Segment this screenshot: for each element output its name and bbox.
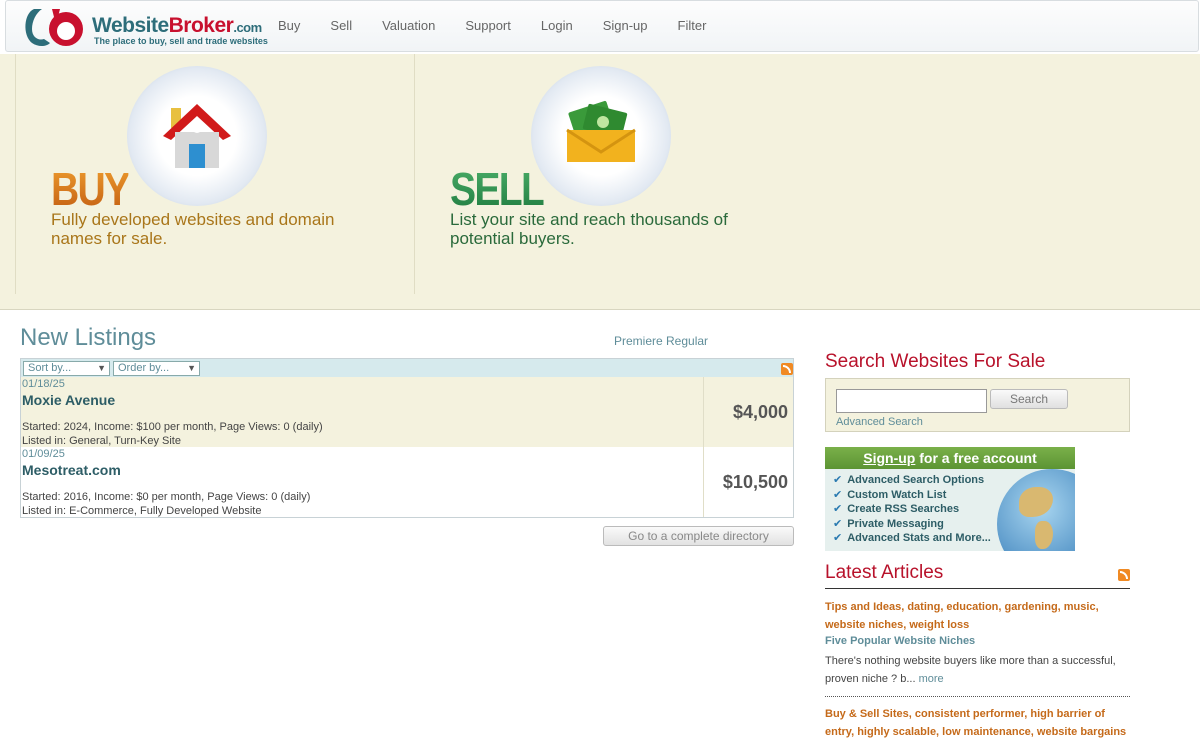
nav-buy[interactable]: Buy	[278, 18, 300, 33]
main-nav: Buy Sell Valuation Support Login Sign-up…	[278, 18, 736, 33]
article-excerpt-text: There's nothing website buyers like more…	[825, 655, 1116, 685]
listing-meta: Started: 2024, Income: $100 per month, P…	[22, 420, 323, 448]
nav-filter[interactable]: Filter	[678, 18, 707, 33]
logo-mark-icon	[25, 9, 83, 46]
article-tags[interactable]: Tips and Ideas, dating, education, garde…	[825, 598, 1135, 634]
checkmark-icon: ✔	[833, 517, 843, 530]
listing-price: $4,000	[732, 402, 788, 422]
listing-date: 01/09/25	[22, 448, 65, 460]
listing-date: 01/18/25	[22, 378, 65, 390]
signup-heading-text: for a free account	[915, 450, 1037, 466]
order-by-select[interactable]: Order by... ▼	[113, 361, 200, 376]
article-divider	[825, 696, 1130, 697]
signup-promo[interactable]: Sign-up for a free account ✔ Advanced Sea…	[825, 447, 1075, 551]
listings-table: Sort by... ▼ Order by... ▼ 01/18/25 Moxie …	[20, 358, 794, 518]
buy-circle	[127, 66, 267, 206]
listing-stats: Started: 2024, Income: $100 per month, P…	[22, 421, 323, 433]
signup-feature: ✔ Custom Watch List	[833, 488, 947, 501]
signup-heading: Sign-up for a free account	[825, 447, 1075, 469]
buy-heading: BUY	[51, 163, 130, 215]
articles-rss-icon[interactable]	[1118, 569, 1130, 581]
listing-name[interactable]: Mesotreat.com	[22, 462, 121, 478]
money-envelope-icon	[566, 100, 636, 162]
signup-link[interactable]: Sign-up	[863, 450, 915, 466]
listing-tabs[interactable]: Premiere Regular	[614, 334, 708, 348]
hero-buy[interactable]: BUY Fully developed websites and domain …	[15, 54, 415, 294]
nav-sell[interactable]: Sell	[330, 18, 352, 33]
listing-price: $10,500	[722, 472, 788, 492]
site-header: WebsiteBroker.com The place to buy, sell…	[5, 0, 1199, 52]
advanced-search-link[interactable]: Advanced Search	[836, 416, 923, 428]
search-section-title: Search Websites For Sale	[825, 351, 1046, 372]
search-input[interactable]	[836, 389, 987, 413]
listing-price-cell: $4,000	[703, 377, 793, 447]
article-excerpt: There's nothing website buyers like more…	[825, 652, 1135, 688]
signup-feature: ✔ Create RSS Searches	[833, 503, 960, 515]
articles-divider	[825, 588, 1130, 589]
complete-directory-button[interactable]: Go to a complete directory	[603, 526, 794, 546]
search-box: Search Advanced Search	[825, 378, 1130, 432]
site-logo[interactable]: WebsiteBroker.com The place to buy, sell…	[20, 5, 268, 49]
new-listings-title: New Listings	[20, 324, 157, 351]
logo-wordmark: WebsiteBroker.com	[92, 14, 262, 37]
logo-tagline: The place to buy, sell and trade website…	[94, 36, 268, 46]
sort-by-select[interactable]: Sort by... ▼	[23, 361, 110, 376]
globe-icon	[997, 469, 1075, 551]
signup-feature: ✔ Advanced Search Options	[833, 474, 985, 486]
sell-circle	[531, 66, 671, 206]
article-more-link[interactable]: more	[916, 673, 944, 685]
listing-meta: Started: 2016, Income: $0 per month, Pag…	[22, 490, 310, 518]
signup-feature: ✔ Private Messaging	[833, 517, 944, 530]
hero-banner: BUY Fully developed websites and domain …	[0, 54, 1200, 310]
buy-description: Fully developed websites and domain name…	[51, 210, 335, 248]
rss-icon[interactable]	[781, 363, 793, 375]
listing-name[interactable]: Moxie Avenue	[22, 392, 115, 408]
nav-signup[interactable]: Sign-up	[603, 18, 648, 33]
checkmark-icon: ✔	[833, 488, 843, 501]
nav-login[interactable]: Login	[541, 18, 573, 33]
nav-valuation[interactable]: Valuation	[382, 18, 435, 33]
sell-heading: SELL	[450, 163, 545, 215]
checkmark-icon: ✔	[833, 474, 843, 486]
listing-row[interactable]: 01/09/25 Mesotreat.com Started: 2016, In…	[21, 447, 793, 517]
hero-sell[interactable]: SELL List your site and reach thousands …	[415, 54, 815, 294]
checkmark-icon: ✔	[833, 503, 843, 515]
listings-toolbar: Sort by... ▼ Order by... ▼	[21, 359, 793, 377]
nav-support[interactable]: Support	[465, 18, 511, 33]
sell-description: List your site and reach thousands of po…	[450, 210, 728, 248]
signup-feature: ✔ Advanced Stats and More...	[833, 532, 991, 544]
listing-categories: Listed in: E-Commerce, Fully Developed W…	[22, 505, 262, 517]
latest-articles-title: Latest Articles	[825, 562, 944, 583]
checkmark-icon: ✔	[833, 532, 843, 544]
article-title[interactable]: Five Popular Website Niches	[825, 635, 975, 647]
search-button[interactable]: Search	[990, 389, 1068, 409]
listing-categories: Listed in: General, Turn-Key Site	[22, 435, 181, 447]
listing-row[interactable]: 01/18/25 Moxie Avenue Started: 2024, Inc…	[21, 377, 793, 447]
article-tags[interactable]: Buy & Sell Sites, consistent performer, …	[825, 705, 1135, 741]
chevron-down-icon: ▼	[187, 363, 196, 373]
listing-stats: Started: 2016, Income: $0 per month, Pag…	[22, 491, 311, 503]
signup-feature-list: ✔ Advanced Search Options ✔ Custom Watch L…	[833, 473, 991, 546]
listing-price-cell: $10,500	[703, 447, 793, 517]
chevron-down-icon: ▼	[97, 363, 106, 373]
house-icon	[163, 104, 231, 168]
